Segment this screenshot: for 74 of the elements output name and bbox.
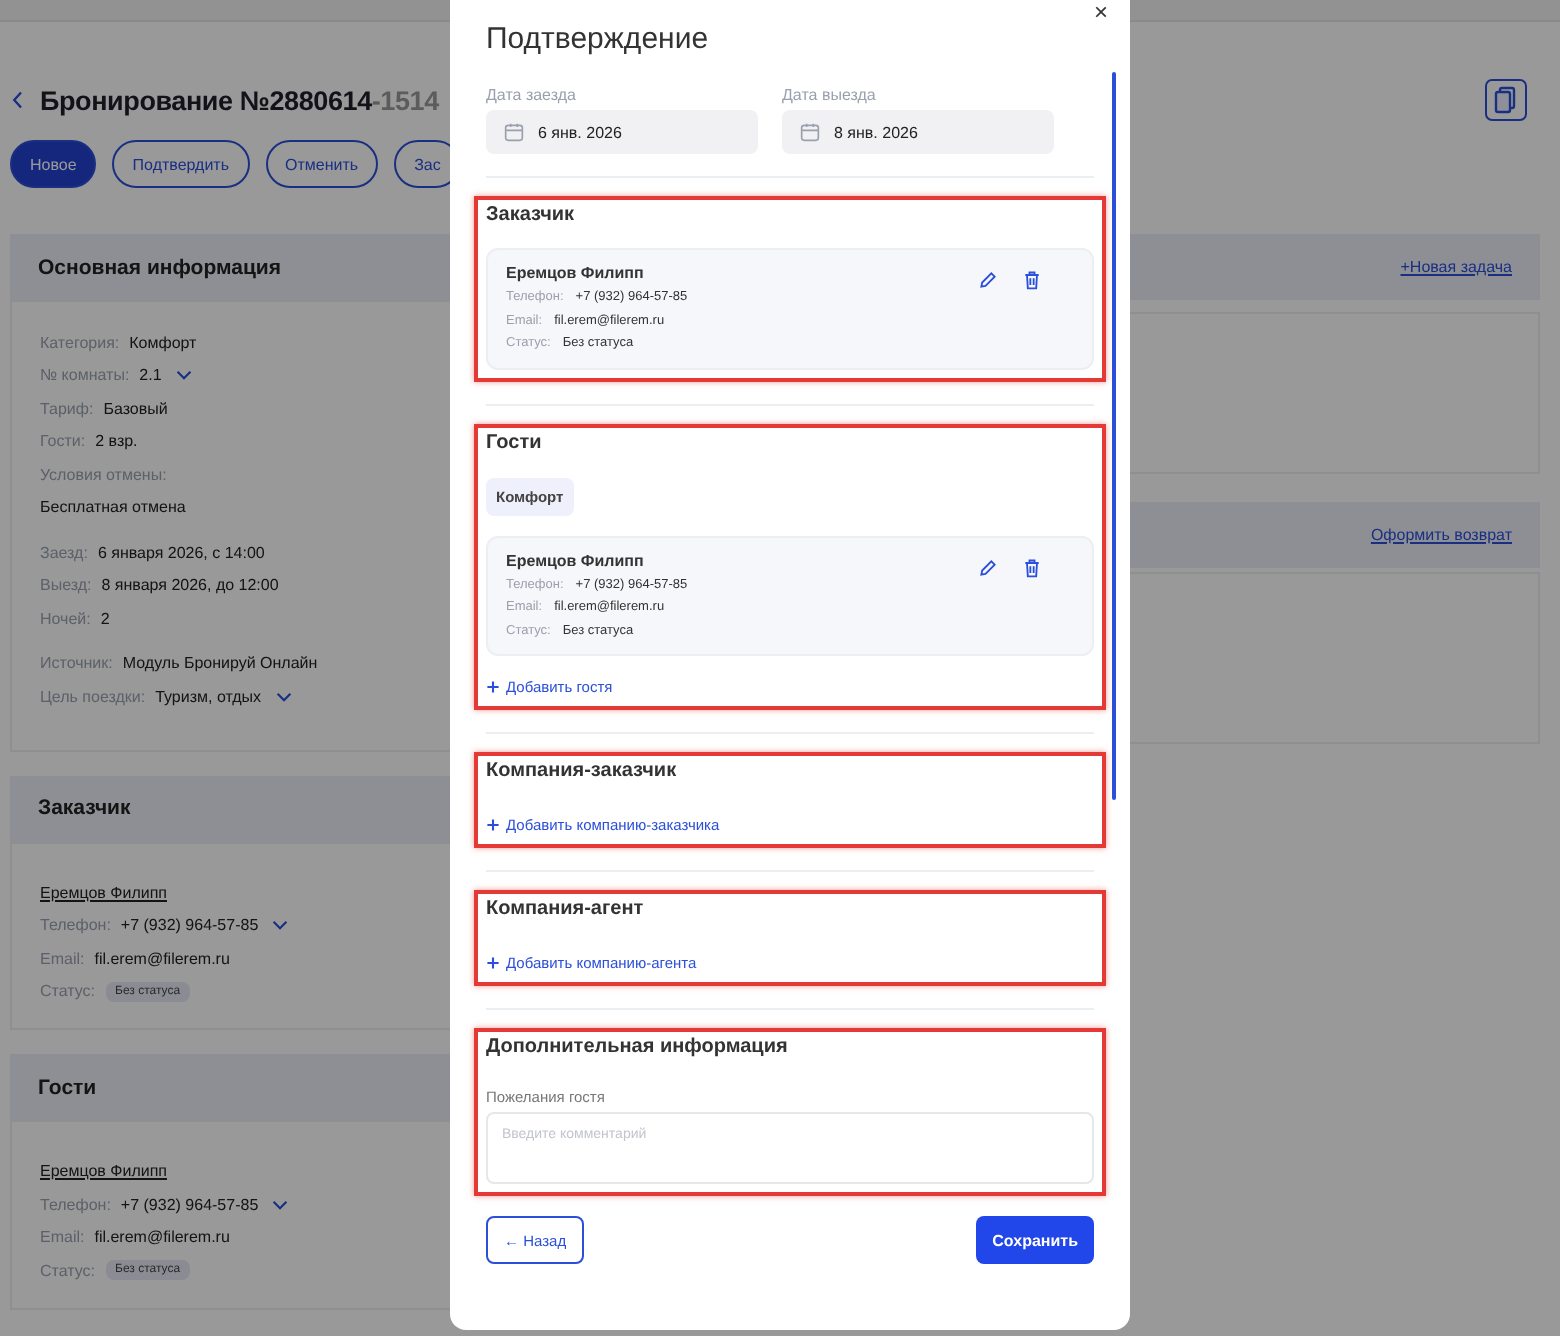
chevron-icon[interactable] bbox=[275, 691, 292, 702]
field-label: Заезд: bbox=[40, 543, 88, 562]
phone-value: +7 (932) 964-57-85 bbox=[120, 916, 259, 935]
save-button[interactable]: Сохранить bbox=[976, 1216, 1094, 1264]
scrollbar[interactable] bbox=[1112, 72, 1116, 800]
booking-title: Бронирование №2880614 bbox=[40, 85, 372, 115]
section-title: Основная информация bbox=[38, 255, 281, 279]
section-title: Дополнительная информация bbox=[486, 1036, 788, 1062]
email-value: fil.erem@filerem.ru bbox=[94, 949, 230, 968]
field-label: Выезд: bbox=[40, 576, 92, 595]
field-label: Статус: bbox=[40, 982, 96, 1001]
person-name: Еремцов Филипп bbox=[506, 551, 646, 569]
plus-icon bbox=[486, 680, 500, 694]
date-field[interactable]: 8 янв. 2026 bbox=[782, 110, 1054, 154]
status-button[interactable]: Подтвердить bbox=[112, 140, 249, 188]
field-value: 2.1 bbox=[139, 366, 162, 385]
new-task-link[interactable]: +Новая задача bbox=[1400, 258, 1512, 276]
field-value: 2 взр. bbox=[95, 432, 138, 451]
section-title: Гости bbox=[38, 1075, 97, 1099]
field-label: № комнаты: bbox=[40, 366, 130, 385]
field-value: Туризм, отдых bbox=[155, 687, 262, 706]
field-label: Источник: bbox=[40, 654, 113, 673]
field-label: Телефон: bbox=[40, 1195, 111, 1214]
field-value: Модуль Бронируй Онлайн bbox=[122, 654, 318, 673]
field-label: Ночей: bbox=[40, 609, 91, 628]
edit-icon[interactable] bbox=[978, 270, 998, 290]
plus-icon bbox=[486, 956, 500, 970]
field-label: Условия отмены: bbox=[40, 465, 167, 484]
section-title: Заказчик bbox=[38, 796, 131, 820]
booking-number-suffix: -1514 bbox=[371, 85, 439, 115]
field-label: Статус: bbox=[40, 1261, 96, 1280]
field-value: 6 января 2026, с 14:00 bbox=[97, 543, 265, 562]
dialog-title: Подтверждение bbox=[486, 20, 711, 60]
chevron-icon[interactable] bbox=[175, 370, 192, 381]
section-title: Заказчик bbox=[486, 204, 575, 230]
section-title: Гости bbox=[486, 431, 542, 457]
email-value: fil.erem@filerem.ru bbox=[94, 1228, 230, 1247]
delete-icon[interactable] bbox=[1022, 557, 1042, 577]
plus-icon bbox=[486, 818, 500, 832]
back-icon[interactable] bbox=[12, 90, 24, 110]
person-name-link[interactable]: Еремцов Филипп bbox=[40, 883, 167, 901]
date-value: 6 янв. 2026 bbox=[538, 123, 622, 141]
field-label: Категория: bbox=[40, 333, 120, 352]
field-label: Тариф: bbox=[40, 399, 94, 418]
date-label: Дата выезда bbox=[782, 86, 878, 104]
refund-link[interactable]: Оформить возврат bbox=[1370, 526, 1512, 544]
field-label: Гости: bbox=[40, 432, 86, 451]
field-label: Email: bbox=[40, 1228, 85, 1247]
field-value: Бесплатная отмена bbox=[40, 498, 186, 517]
field-label: Телефон: bbox=[40, 916, 111, 935]
document-icon[interactable] bbox=[1484, 78, 1528, 122]
close-button[interactable]: × bbox=[1087, 0, 1114, 24]
calendar-icon bbox=[504, 122, 524, 142]
field-label: Email: bbox=[40, 949, 85, 968]
chevron-icon[interactable] bbox=[272, 1199, 289, 1210]
date-field[interactable]: 6 янв. 2026 bbox=[486, 110, 758, 154]
person-name: Еремцов Филипп bbox=[506, 264, 646, 282]
status-button[interactable]: Новое bbox=[10, 140, 97, 188]
phone-value: +7 (932) 964-57-85 bbox=[120, 1195, 259, 1214]
section-title: Компания-заказчик bbox=[486, 760, 677, 786]
field-value: Базовый bbox=[103, 399, 168, 418]
status-button[interactable]: Отменить bbox=[265, 140, 379, 188]
person-name-link[interactable]: Еремцов Филипп bbox=[40, 1162, 167, 1180]
field-label: Цель поездки: bbox=[40, 687, 146, 706]
edit-icon[interactable] bbox=[978, 557, 998, 577]
chevron-icon[interactable] bbox=[272, 920, 289, 931]
date-value: 8 янв. 2026 bbox=[834, 123, 918, 141]
delete-icon[interactable] bbox=[1022, 270, 1042, 290]
field-value: 8 января 2026, до 12:00 bbox=[101, 576, 279, 595]
field-value: Комфорт bbox=[129, 333, 197, 352]
date-label: Дата заезда bbox=[486, 86, 578, 104]
field-value: 2 bbox=[100, 609, 110, 628]
calendar-icon bbox=[800, 122, 820, 142]
section-title: Компания-агент bbox=[486, 898, 644, 924]
